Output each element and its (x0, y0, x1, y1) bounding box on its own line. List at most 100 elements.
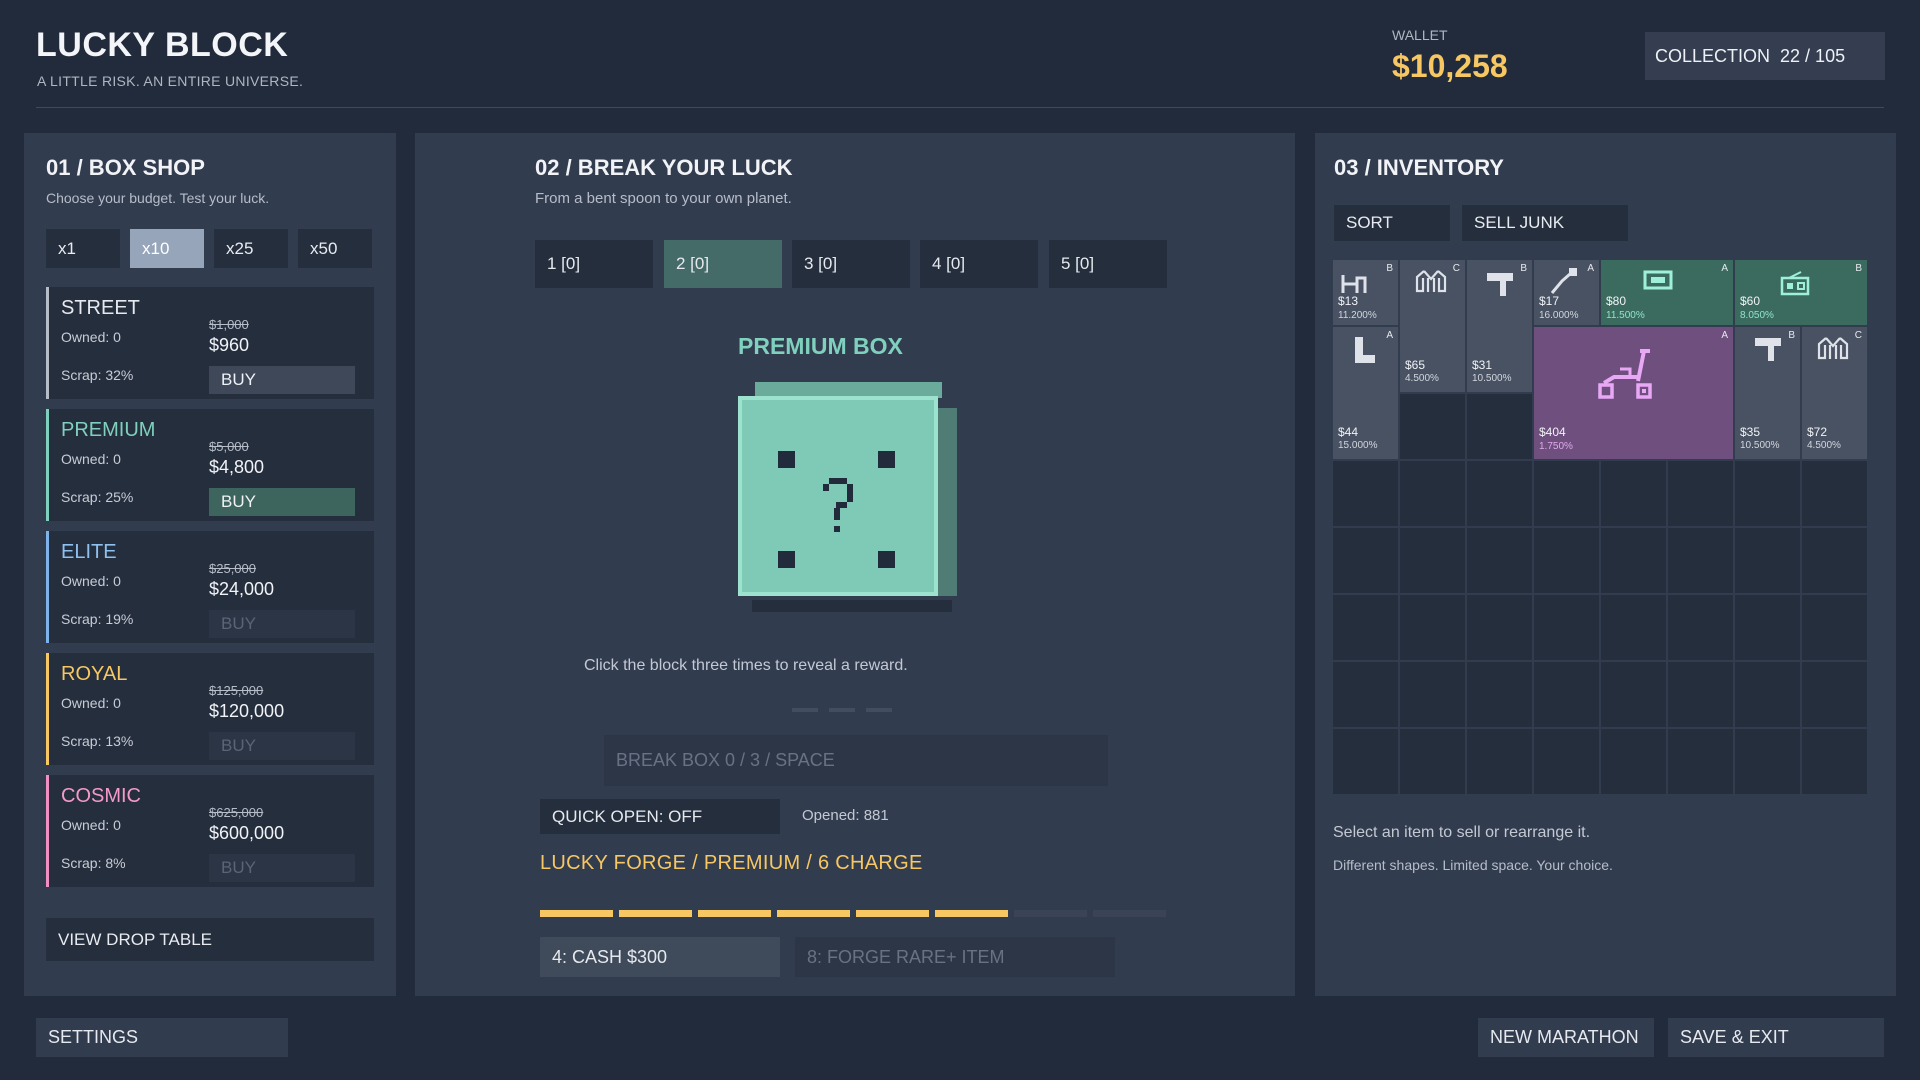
item-drop-rate: 15.000% (1338, 440, 1378, 451)
save-exit-button[interactable]: SAVE & EXIT (1668, 1018, 1884, 1057)
settings-button[interactable]: SETTINGS (36, 1018, 288, 1057)
inventory-cell[interactable] (1534, 528, 1599, 593)
buy-elite-button[interactable]: BUY (209, 610, 355, 638)
inventory-item[interactable]: C $65 4.500% (1400, 260, 1465, 392)
inventory-cell[interactable] (1400, 528, 1465, 593)
shop-subtitle: Choose your budget. Test your luck. (46, 190, 270, 206)
multiplier-x25[interactable]: x25 (214, 229, 288, 268)
inventory-item[interactable]: A $44 15.000% (1333, 327, 1398, 459)
inventory-item[interactable]: B $13 11.200% (1333, 260, 1398, 325)
buy-cosmic-button[interactable]: BUY (209, 854, 355, 882)
inventory-cell[interactable] (1534, 662, 1599, 727)
inventory-cell[interactable] (1802, 595, 1867, 660)
view-drop-table-button[interactable]: VIEW DROP TABLE (46, 918, 374, 961)
inventory-cell[interactable] (1400, 461, 1465, 526)
boot-icon (1351, 335, 1379, 370)
inventory-cell[interactable] (1668, 461, 1733, 526)
inventory-cell[interactable] (1668, 729, 1733, 794)
inventory-cell[interactable] (1735, 662, 1800, 727)
inventory-cell[interactable] (1802, 662, 1867, 727)
box-card-street: STREET Owned: 0 Scrap: 32% $1,000 $960 BUY (46, 287, 374, 399)
inventory-item[interactable]: A $17 16.000% (1534, 260, 1599, 325)
item-drop-rate: 8.050% (1740, 310, 1774, 321)
box-tier-bar (46, 775, 49, 887)
collection-button[interactable]: COLLECTION 22 / 105 (1645, 32, 1885, 80)
monitor-icon (1643, 270, 1673, 297)
inventory-cell[interactable] (1601, 662, 1666, 727)
lucky-forge-label: LUCKY FORGE / PREMIUM / 6 CHARGE (540, 852, 923, 874)
inventory-cell[interactable] (1467, 595, 1532, 660)
box-owned: Owned: 0 (61, 451, 121, 467)
forge-charge-segment (698, 910, 771, 917)
inventory-cell[interactable] (1400, 394, 1465, 459)
inventory-cell[interactable] (1333, 662, 1398, 727)
inventory-cell[interactable] (1735, 461, 1800, 526)
collection-value: 22 / 105 (1780, 45, 1846, 66)
break-box-button[interactable]: BREAK BOX 0 / 3 / SPACE (604, 735, 1108, 786)
box-slot-1[interactable]: 1 [0] (535, 240, 653, 288)
inventory-cell[interactable] (1534, 729, 1599, 794)
break-hint: Click the block three times to reveal a … (584, 657, 908, 674)
item-grade: B (1520, 263, 1527, 274)
inventory-cell[interactable] (1601, 595, 1666, 660)
inventory-cell[interactable] (1735, 729, 1800, 794)
tshirt-icon (1753, 335, 1783, 368)
inventory-cell[interactable] (1601, 528, 1666, 593)
box-slot-4[interactable]: 4 [0] (920, 240, 1038, 288)
inventory-cell[interactable] (1400, 595, 1465, 660)
inventory-item[interactable]: A $404 1.750% (1534, 327, 1733, 459)
inventory-cell[interactable] (1802, 729, 1867, 794)
inventory-item[interactable]: B $60 8.050% (1735, 260, 1867, 325)
box-old-price: $1,000 (209, 317, 249, 332)
box-scrap: Scrap: 19% (61, 611, 134, 627)
inventory-cell[interactable] (1467, 528, 1532, 593)
inventory-cell[interactable] (1735, 528, 1800, 593)
sort-button[interactable]: SORT (1334, 205, 1450, 241)
inventory-cell[interactable] (1601, 461, 1666, 526)
forge-item-button[interactable]: 8: FORGE RARE+ ITEM (795, 937, 1115, 977)
cash-reward-button[interactable]: 4: CASH $300 (540, 937, 780, 977)
inventory-cell[interactable] (1668, 528, 1733, 593)
inventory-cell[interactable] (1333, 461, 1398, 526)
inventory-cell[interactable] (1400, 729, 1465, 794)
inventory-cell[interactable] (1467, 662, 1532, 727)
inventory-cell[interactable] (1668, 662, 1733, 727)
buy-premium-button[interactable]: BUY (209, 488, 355, 516)
inventory-item[interactable]: A $80 11.500% (1601, 260, 1733, 325)
sell-junk-button[interactable]: SELL JUNK (1462, 205, 1628, 241)
quick-open-toggle[interactable]: QUICK OPEN: OFF (540, 799, 780, 834)
item-grade: B (1788, 330, 1795, 341)
box-slot-3[interactable]: 3 [0] (792, 240, 910, 288)
inventory-cell[interactable] (1601, 729, 1666, 794)
box-old-price: $25,000 (209, 561, 256, 576)
inventory-cell[interactable] (1802, 461, 1867, 526)
inventory-item[interactable]: C $72 4.500% (1802, 327, 1867, 459)
buy-royal-button[interactable]: BUY (209, 732, 355, 760)
multiplier-x1[interactable]: x1 (46, 229, 120, 268)
inventory-cell[interactable] (1534, 595, 1599, 660)
inventory-cell[interactable] (1668, 595, 1733, 660)
box-slot-2[interactable]: 2 [0] (664, 240, 782, 288)
buy-street-button[interactable]: BUY (209, 366, 355, 394)
inventory-cell[interactable] (1534, 461, 1599, 526)
item-grade: A (1386, 330, 1393, 341)
inventory-cell[interactable] (1467, 461, 1532, 526)
inventory-cell[interactable] (1802, 528, 1867, 593)
inventory-cell[interactable] (1400, 662, 1465, 727)
inventory-cell[interactable] (1467, 394, 1532, 459)
inventory-cell[interactable] (1735, 595, 1800, 660)
tshirt-icon (1485, 270, 1515, 303)
inventory-cell[interactable] (1467, 729, 1532, 794)
multiplier-x10[interactable]: x10 (130, 229, 204, 268)
inventory-item[interactable]: B $31 10.500% (1467, 260, 1532, 392)
lucky-block[interactable] (735, 380, 960, 612)
inventory-cell[interactable] (1333, 528, 1398, 593)
box-slot-5[interactable]: 5 [0] (1049, 240, 1167, 288)
inventory-item[interactable]: B $35 10.500% (1735, 327, 1800, 459)
box-owned: Owned: 0 (61, 573, 121, 589)
new-marathon-button[interactable]: NEW MARATHON (1478, 1018, 1654, 1057)
inventory-cell[interactable] (1333, 595, 1398, 660)
forge-charge-segment (935, 910, 1008, 917)
inventory-cell[interactable] (1333, 729, 1398, 794)
multiplier-x50[interactable]: x50 (298, 229, 372, 268)
